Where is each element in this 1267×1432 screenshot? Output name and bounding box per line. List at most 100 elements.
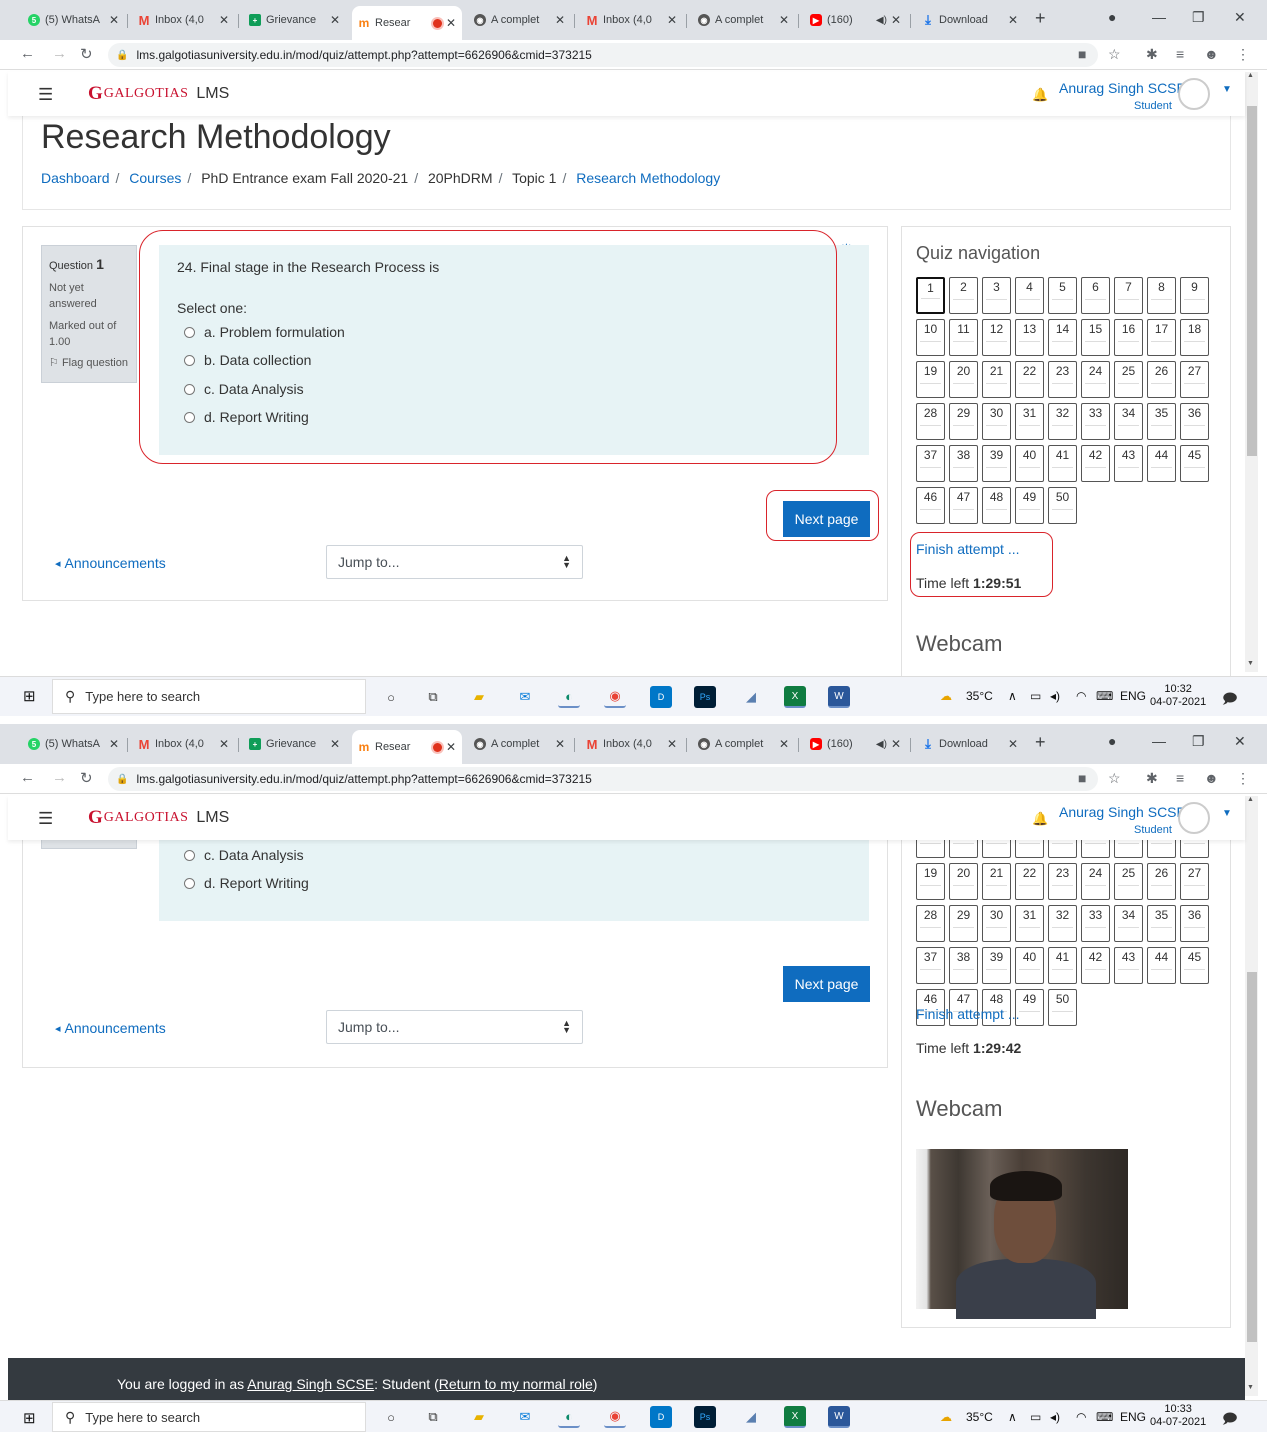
scroll-thumb[interactable] xyxy=(1247,972,1257,1342)
photoshop-icon[interactable]: Ps xyxy=(694,1406,716,1428)
quiz-nav-question-19[interactable]: 19 xyxy=(916,361,945,398)
restore-button[interactable]: ❐ xyxy=(1192,9,1205,26)
back-icon[interactable]: ← xyxy=(20,45,35,62)
quiz-nav-question-25[interactable]: 25 xyxy=(1114,863,1143,900)
quiz-nav-question-13[interactable]: 13 xyxy=(1015,319,1044,356)
minimize-button[interactable]: — xyxy=(1152,9,1166,25)
quiz-nav-question-25[interactable]: 25 xyxy=(1114,361,1143,398)
quiz-nav-question-41[interactable]: 41 xyxy=(1048,445,1077,482)
tab-complete-2[interactable]: ◉ A complet ✕ xyxy=(692,6,795,34)
quiz-nav-question-33[interactable]: 33 xyxy=(1081,403,1110,440)
reload-icon[interactable]: ↻ xyxy=(80,45,93,63)
quiz-nav-question-34[interactable]: 34 xyxy=(1114,905,1143,942)
close-icon[interactable]: ✕ xyxy=(779,13,789,27)
extensions-icon[interactable]: ✱ xyxy=(1146,770,1158,787)
hamburger-icon[interactable]: ☰ xyxy=(38,85,53,105)
close-icon[interactable]: ✕ xyxy=(891,737,901,751)
jump-to-select[interactable]: Jump to... ▲ ▼ xyxy=(326,1010,583,1044)
quiz-nav-question-3[interactable]: 3 xyxy=(982,277,1011,314)
dell-icon[interactable]: D xyxy=(650,1406,672,1428)
tab-inbox[interactable]: M Inbox (4,0 ✕ xyxy=(132,6,235,34)
quiz-nav-question-21[interactable]: 21 xyxy=(982,361,1011,398)
quiz-nav-question-26[interactable]: 26 xyxy=(1147,361,1176,398)
quiz-nav-question-44[interactable]: 44 xyxy=(1147,445,1176,482)
tab-complete-1[interactable]: ◉ A complet ✕ xyxy=(468,6,571,34)
volume-icon[interactable]: ◂) xyxy=(1050,689,1060,703)
answer-option-a[interactable]: a. Problem formulation xyxy=(184,324,345,340)
breadcrumb-dashboard[interactable]: Dashboard xyxy=(41,170,110,186)
chevron-down-icon[interactable]: ▼ xyxy=(1222,84,1232,95)
quiz-nav-question-45[interactable]: 45 xyxy=(1180,947,1209,984)
finish-attempt-link[interactable]: Finish attempt ... xyxy=(916,541,1019,557)
quiz-nav-question-47[interactable]: 47 xyxy=(949,487,978,524)
cortana-icon[interactable]: ○ xyxy=(380,686,402,708)
close-icon[interactable]: ✕ xyxy=(219,737,229,751)
quiz-nav-question-35[interactable]: 35 xyxy=(1147,403,1176,440)
quiz-nav-question-30[interactable]: 30 xyxy=(982,403,1011,440)
quiz-nav-question-44[interactable]: 44 xyxy=(1147,947,1176,984)
word-icon[interactable]: W xyxy=(828,1406,850,1428)
close-icon[interactable]: ✕ xyxy=(446,740,456,754)
hamburger-icon[interactable]: ☰ xyxy=(38,809,53,829)
quiz-nav-question-24[interactable]: 24 xyxy=(1081,863,1110,900)
tab-grievance[interactable]: + Grievance ✕ xyxy=(243,730,346,758)
chrome-icon[interactable]: ◉ xyxy=(604,686,626,708)
close-icon[interactable]: ✕ xyxy=(555,13,565,27)
quiz-nav-question-37[interactable]: 37 xyxy=(916,445,945,482)
quiz-nav-question-46[interactable]: 46 xyxy=(916,487,945,524)
quiz-nav-question-16[interactable]: 16 xyxy=(1114,319,1143,356)
weather-icon[interactable]: ☁ xyxy=(940,1410,952,1424)
notification-bell-icon[interactable]: 🔔 xyxy=(1032,87,1048,103)
quiz-nav-question-29[interactable]: 29 xyxy=(949,403,978,440)
tab-research-active[interactable]: m Resear ✕ xyxy=(352,6,462,40)
wifi-icon[interactable]: ◠ xyxy=(1076,1410,1086,1424)
tab-download[interactable]: ⤓ Download ✕ xyxy=(916,730,1024,758)
tab-research-active[interactable]: m Resear ✕ xyxy=(352,730,462,764)
url-bar[interactable]: 🔒 lms.galgotiasuniversity.edu.in/mod/quiz… xyxy=(108,767,1098,791)
tab-inbox-2[interactable]: M Inbox (4,0 ✕ xyxy=(580,730,683,758)
file-explorer-icon[interactable]: ▰ xyxy=(468,1406,490,1428)
answer-option-c[interactable]: c. Data Analysis xyxy=(184,381,304,397)
quiz-nav-question-49[interactable]: 49 xyxy=(1015,487,1044,524)
quiz-nav-question-36[interactable]: 36 xyxy=(1180,403,1209,440)
quiz-nav-question-31[interactable]: 31 xyxy=(1015,905,1044,942)
close-window-button[interactable]: ✕ xyxy=(1234,733,1246,750)
quiz-nav-question-26[interactable]: 26 xyxy=(1147,863,1176,900)
close-icon[interactable]: ✕ xyxy=(779,737,789,751)
user-menu[interactable]: Anurag Singh SCSE xyxy=(1059,804,1186,820)
quiz-nav-question-2[interactable]: 2 xyxy=(949,277,978,314)
quiz-nav-question-38[interactable]: 38 xyxy=(949,947,978,984)
avatar[interactable] xyxy=(1178,78,1210,110)
battery-icon[interactable]: ▭ xyxy=(1030,1410,1041,1424)
quiz-nav-question-36[interactable]: 36 xyxy=(1180,905,1209,942)
user-menu[interactable]: Anurag Singh SCSE xyxy=(1059,80,1186,96)
quiz-nav-question-50[interactable]: 50 xyxy=(1048,989,1077,1026)
close-window-button[interactable]: ✕ xyxy=(1234,9,1246,26)
site-logo[interactable]: G GALGOTIAS LMS xyxy=(88,807,229,829)
taskbar-search[interactable]: ⚲ Type here to search xyxy=(52,679,366,714)
dell-icon[interactable]: D xyxy=(650,686,672,708)
tab-youtube[interactable]: ▶ (160) ◀) ✕ xyxy=(804,6,907,34)
close-icon[interactable]: ✕ xyxy=(891,13,901,27)
tab-whatsapp[interactable]: 5 (5) WhatsA ✕ xyxy=(22,730,125,758)
windows-start-icon[interactable]: ⊞ xyxy=(23,687,36,705)
chevron-down-icon[interactable]: ▼ xyxy=(1222,808,1232,819)
radio-button[interactable] xyxy=(184,411,195,423)
quiz-nav-question-20[interactable]: 20 xyxy=(949,361,978,398)
tab-youtube[interactable]: ▶ (160) ◀) ✕ xyxy=(804,730,907,758)
extensions-icon[interactable]: ✱ xyxy=(1146,46,1158,63)
mail-icon[interactable]: ✉ xyxy=(514,1406,536,1428)
taskbar-search[interactable]: ⚲ Type here to search xyxy=(52,1402,366,1432)
close-icon[interactable]: ✕ xyxy=(219,13,229,27)
notification-center-icon[interactable]: 🗩 xyxy=(1222,688,1238,712)
notepad-icon[interactable]: ◢ xyxy=(740,1406,762,1428)
flag-question-button[interactable]: ⚐ Flag question xyxy=(49,356,129,369)
quiz-nav-question-24[interactable]: 24 xyxy=(1081,361,1110,398)
notification-center-icon[interactable]: 🗩 xyxy=(1222,1408,1238,1432)
tab-download[interactable]: ⤓ Download ✕ xyxy=(916,6,1024,34)
back-icon[interactable]: ← xyxy=(20,769,35,786)
quiz-nav-question-40[interactable]: 40 xyxy=(1015,445,1044,482)
wifi-icon[interactable]: ◠ xyxy=(1076,689,1086,703)
quiz-nav-question-8[interactable]: 8 xyxy=(1147,277,1176,314)
keyboard-icon[interactable]: ⌨ xyxy=(1096,1410,1113,1424)
